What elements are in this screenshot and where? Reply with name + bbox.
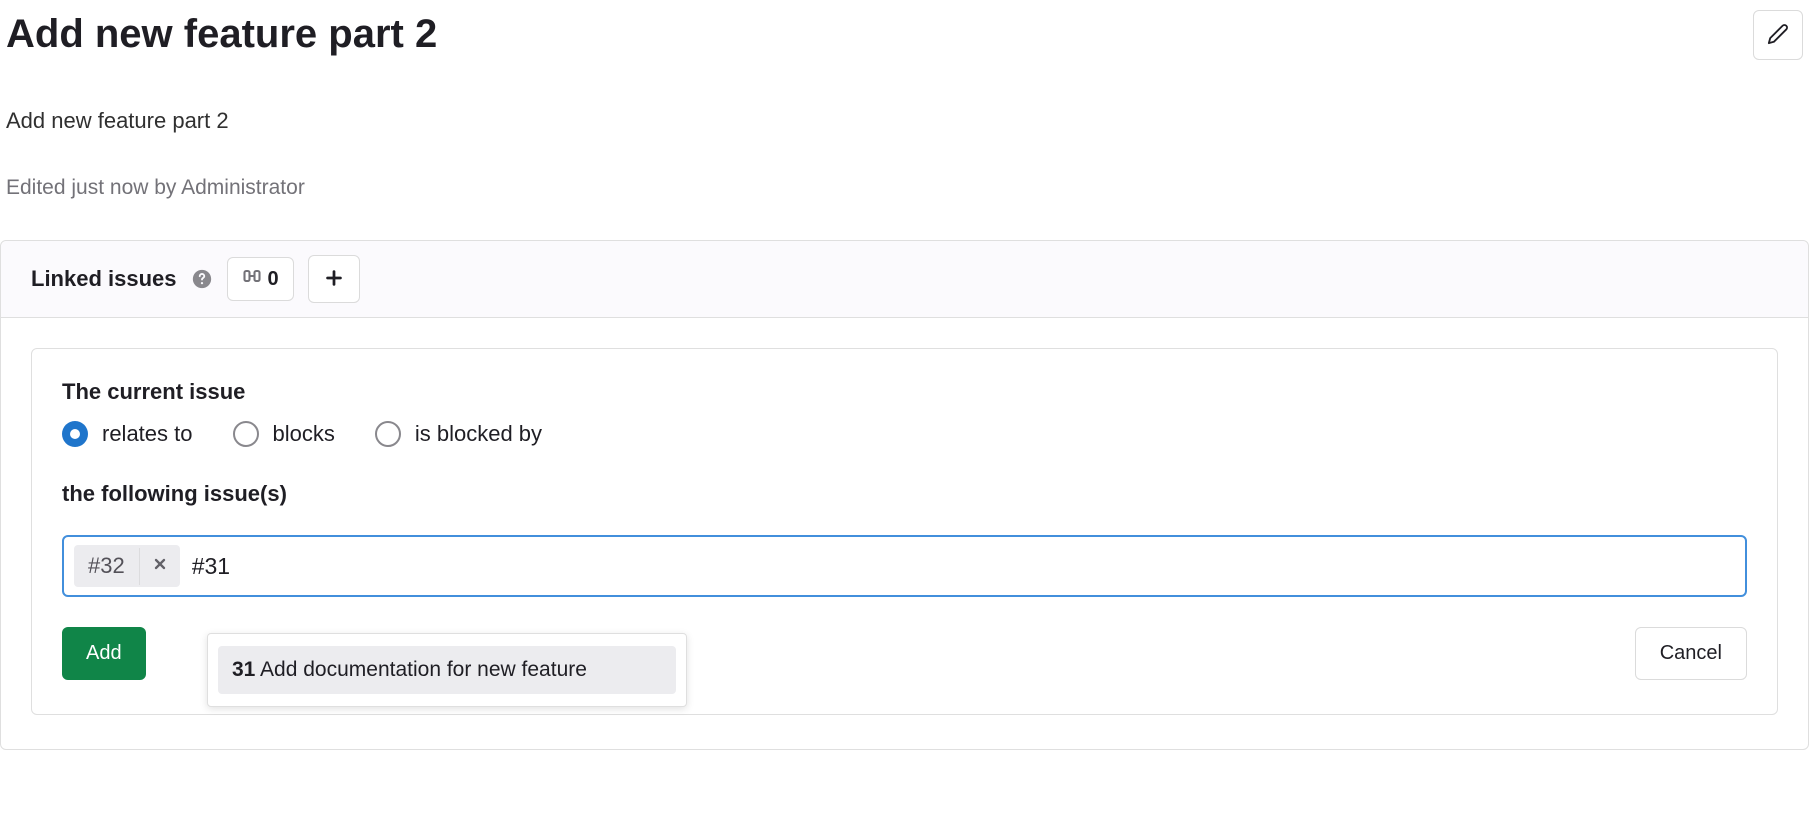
- cancel-button[interactable]: Cancel: [1635, 627, 1747, 680]
- radio-checked-icon: [62, 421, 88, 447]
- radio-is-blocked-by[interactable]: is blocked by: [375, 421, 542, 447]
- issue-description: Add new feature part 2: [0, 108, 1809, 134]
- add-linked-issue-button[interactable]: [308, 255, 360, 303]
- form-label-following-issues: the following issue(s): [62, 481, 1747, 507]
- radio-relates-to-label: relates to: [102, 421, 193, 447]
- edit-button[interactable]: [1753, 10, 1803, 60]
- radio-blocks[interactable]: blocks: [233, 421, 335, 447]
- issue-token-text: #32: [74, 545, 139, 587]
- plus-icon: [323, 267, 345, 292]
- radio-relates-to[interactable]: relates to: [62, 421, 193, 447]
- link-icon: [242, 266, 262, 292]
- radio-blocks-label: blocks: [273, 421, 335, 447]
- linked-count-badge[interactable]: 0: [227, 257, 294, 301]
- linked-issues-header: Linked issues 0: [1, 241, 1808, 318]
- linked-count: 0: [268, 268, 279, 291]
- autocomplete-issue-title: Add documentation for new feature: [260, 658, 587, 681]
- relation-radio-group: relates to blocks is blocked by: [62, 421, 1747, 447]
- add-button[interactable]: Add: [62, 627, 146, 680]
- close-icon: [152, 556, 168, 577]
- linked-issues-panel: Linked issues 0: [0, 240, 1809, 750]
- issue-token: #32: [74, 545, 180, 587]
- pencil-icon: [1767, 23, 1789, 48]
- radio-unchecked-icon: [233, 421, 259, 447]
- autocomplete-issue-number: 31: [232, 658, 255, 681]
- remove-token-button[interactable]: [139, 548, 180, 585]
- help-icon[interactable]: [191, 268, 213, 290]
- edited-info: Edited just now by Administrator: [0, 176, 1809, 200]
- radio-is-blocked-by-label: is blocked by: [415, 421, 542, 447]
- link-issue-form: The current issue relates to blocks is b…: [31, 348, 1778, 715]
- form-label-current-issue: The current issue: [62, 379, 1747, 405]
- issue-search-input[interactable]: [190, 549, 1735, 584]
- issue-autocomplete-dropdown: 31 Add documentation for new feature: [207, 633, 687, 707]
- issue-token-input[interactable]: #32: [62, 535, 1747, 597]
- radio-unchecked-icon: [375, 421, 401, 447]
- linked-issues-title: Linked issues: [31, 266, 177, 292]
- autocomplete-option[interactable]: 31 Add documentation for new feature: [218, 646, 676, 694]
- page-title: Add new feature part 2: [6, 10, 437, 58]
